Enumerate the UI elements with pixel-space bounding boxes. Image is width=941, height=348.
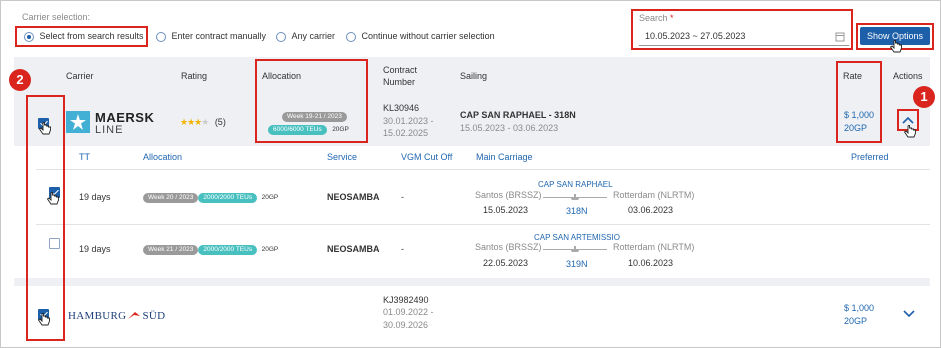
sub-col-preferred: Preferred bbox=[851, 152, 889, 162]
rate-value[interactable]: $ 1,000 bbox=[844, 303, 874, 313]
service-name: NEOSAMBA bbox=[327, 192, 380, 202]
contract-number: KL30946 bbox=[383, 103, 420, 113]
contract-from: 01.09.2022 - bbox=[383, 307, 434, 317]
hamburg-sud-logo: HAMBURG SÜD bbox=[68, 310, 166, 322]
maersk-logo-icon bbox=[66, 111, 90, 133]
vgm-cutoff: - bbox=[401, 244, 404, 254]
from-date: 15.05.2023 bbox=[483, 205, 529, 215]
to-date: 03.06.2023 bbox=[628, 205, 674, 215]
radio-any-carrier[interactable]: Any carrier bbox=[276, 31, 335, 42]
col-contract-line1: Contract bbox=[383, 65, 418, 75]
highlight-search bbox=[631, 9, 853, 50]
sub-allocation: Week 20 / 2023 2000/2000 TEUs 20GP bbox=[143, 191, 278, 203]
voyage-number: 319N bbox=[566, 259, 588, 269]
contract-to: 15.02.2025 bbox=[383, 128, 429, 138]
star-empty-icon: ★ bbox=[201, 117, 210, 127]
sub-col-allocation: Allocation bbox=[143, 152, 183, 162]
rating-count: (5) bbox=[214, 117, 226, 127]
ship-icon bbox=[570, 246, 580, 252]
carrier-sub: LINE bbox=[95, 124, 124, 136]
carrier-selection-label: Carrier selection: bbox=[22, 12, 91, 22]
voyage-number: 318N bbox=[566, 206, 588, 216]
highlight-rate bbox=[836, 61, 882, 143]
sailing-name: CAP SAN RAPHAEL - 318N bbox=[460, 110, 576, 120]
from-port: Santos (BRSSZ) bbox=[475, 242, 542, 252]
rate-unit: 20GP bbox=[844, 316, 868, 326]
rating-stars: ★★★★ (5) bbox=[180, 117, 226, 128]
service-name: NEOSAMBA bbox=[327, 244, 380, 254]
callout-badge-1: 1 bbox=[913, 86, 935, 108]
ship-icon bbox=[570, 194, 580, 200]
transit-time: 19 days bbox=[79, 192, 111, 202]
callout-badge-2: 2 bbox=[9, 69, 31, 91]
col-actions: Actions bbox=[893, 71, 923, 81]
radio-icon bbox=[276, 31, 286, 42]
radio-enter-contract[interactable]: Enter contract manually bbox=[156, 31, 266, 42]
vessel-name: CAP SAN RAPHAEL bbox=[538, 180, 613, 189]
highlight-select-from-search bbox=[15, 26, 148, 47]
contract-number: KJ3982490 bbox=[383, 295, 429, 305]
row-separator bbox=[14, 278, 930, 286]
radio-icon bbox=[346, 31, 356, 42]
sub-allocation: Week 21 / 2023 2000/2000 TEUs 20GP bbox=[143, 243, 278, 255]
sub-col-service: Service bbox=[327, 152, 358, 162]
col-contract-line2: Number bbox=[383, 77, 416, 87]
to-port: Rotterdam (NLRTM) bbox=[613, 242, 695, 252]
carrier-name: MAERSK bbox=[95, 110, 155, 125]
radio-label: Continue without carrier selection bbox=[361, 31, 495, 41]
sub-col-main-carriage: Main Carriage bbox=[476, 152, 533, 162]
radio-label: Enter contract manually bbox=[171, 31, 267, 41]
flag-icon bbox=[128, 312, 141, 320]
hand-cursor-icon bbox=[889, 40, 902, 53]
highlight-checkbox-column bbox=[26, 95, 65, 341]
contract-from: 30.01.2023 - bbox=[383, 116, 434, 126]
chevron-down-icon[interactable] bbox=[903, 310, 915, 318]
hand-cursor-icon bbox=[903, 125, 916, 138]
radio-continue-without[interactable]: Continue without carrier selection bbox=[346, 31, 495, 42]
sailing-dates: 15.05.2023 - 03.06.2023 bbox=[460, 123, 559, 133]
star-icon: ★★★ bbox=[180, 117, 202, 127]
sub-col-vgm: VGM Cut Off bbox=[401, 152, 453, 162]
transit-time: 19 days bbox=[79, 244, 111, 254]
radio-label: Any carrier bbox=[291, 31, 336, 41]
to-date: 10.06.2023 bbox=[628, 258, 674, 268]
sub-col-tt: TT bbox=[79, 152, 90, 162]
col-rating: Rating bbox=[181, 71, 208, 81]
contract-to: 30.09.2026 bbox=[383, 320, 429, 330]
col-sailing: Sailing bbox=[460, 71, 488, 81]
radio-icon bbox=[156, 31, 166, 42]
to-port: Rotterdam (NLRTM) bbox=[613, 190, 695, 200]
vessel-name: CAP SAN ARTEMISSIO bbox=[534, 233, 620, 242]
from-port: Santos (BRSSZ) bbox=[475, 190, 542, 200]
from-date: 22.05.2023 bbox=[483, 258, 529, 268]
vgm-cutoff: - bbox=[401, 192, 404, 202]
col-carrier: Carrier bbox=[66, 71, 94, 81]
highlight-allocation bbox=[255, 59, 368, 143]
